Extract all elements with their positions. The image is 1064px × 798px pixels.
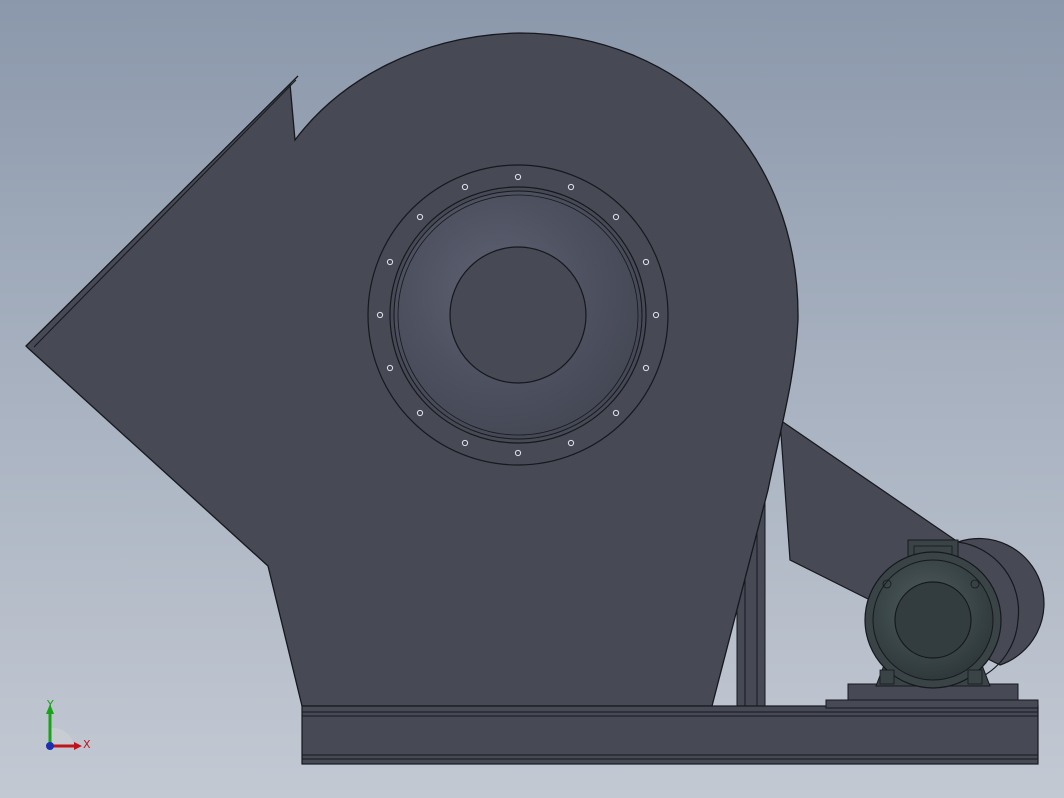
triad-x-label: X (83, 738, 91, 751)
cad-graphics-area[interactable]: Y X (0, 0, 1064, 798)
triad-y-label: Y (47, 698, 54, 711)
inlet-flange[interactable] (367, 164, 669, 466)
fan-model-view[interactable] (0, 0, 1064, 798)
base-frame[interactable] (301, 705, 1039, 765)
